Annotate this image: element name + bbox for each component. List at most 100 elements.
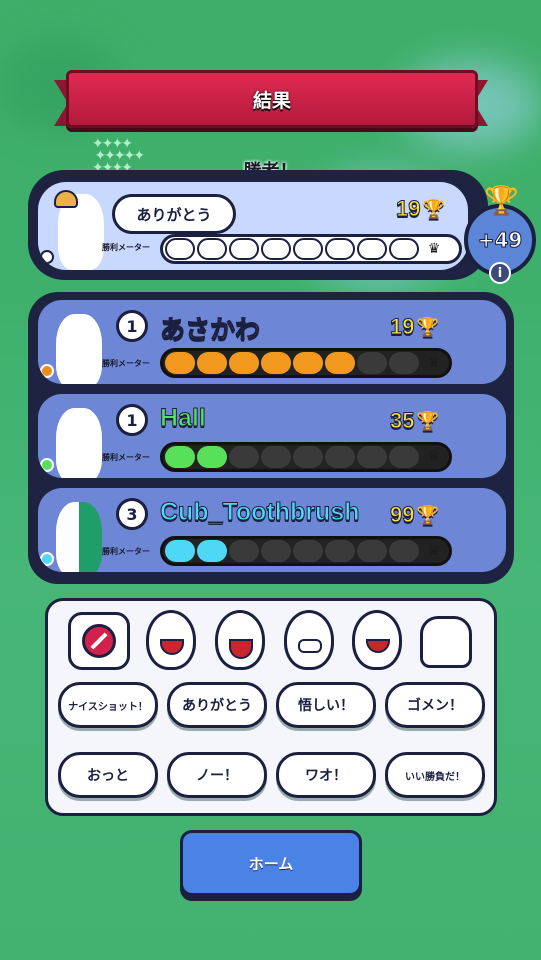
laughing-face-icon[interactable] bbox=[215, 610, 265, 670]
reward-value: +49 bbox=[477, 228, 523, 253]
meter-label: 勝利メーター bbox=[102, 453, 150, 462]
rank-badge: 3 bbox=[116, 498, 148, 530]
meter-segment bbox=[165, 540, 195, 562]
home-button[interactable]: ホーム bbox=[180, 830, 362, 896]
crying-face-icon[interactable] bbox=[146, 610, 196, 670]
meter-segment bbox=[293, 446, 323, 468]
meter-segment bbox=[261, 352, 291, 374]
player-avatar bbox=[56, 408, 102, 478]
meter-segment bbox=[229, 238, 259, 260]
player-name: Hall bbox=[160, 404, 207, 433]
crown-icon: ♛ bbox=[427, 241, 441, 257]
winner-score: 19 🏆 bbox=[395, 196, 445, 222]
page-title: 結果 bbox=[252, 89, 291, 112]
meter-label: 勝利メーター bbox=[102, 547, 150, 556]
rank-value: 1 bbox=[126, 316, 138, 336]
chat-phrase-button[interactable]: ナイスショット！ bbox=[58, 682, 158, 728]
phrase-label: ゴメン！ bbox=[407, 698, 463, 714]
meter-segment bbox=[389, 540, 419, 562]
shouting-face-icon[interactable] bbox=[352, 610, 402, 670]
chat-message: ありがとう bbox=[136, 205, 212, 224]
player-color-dot bbox=[40, 552, 54, 566]
meter-segment bbox=[293, 352, 323, 374]
chat-phrase-button[interactable]: ワオ！ bbox=[276, 752, 376, 798]
score-value: 19 bbox=[395, 196, 421, 222]
crown-icon: ♛ bbox=[427, 355, 441, 371]
player-score: 99 🏆 bbox=[389, 502, 439, 528]
gold-trophy-icon: 🏆 bbox=[484, 184, 519, 217]
info-icon[interactable]: i bbox=[489, 262, 511, 284]
meter-segment bbox=[325, 238, 355, 260]
meter-segment bbox=[229, 446, 259, 468]
crown-icon: ♛ bbox=[427, 543, 441, 559]
score-value: 35 bbox=[389, 408, 415, 434]
trophy-icon: 🏆 bbox=[422, 198, 445, 219]
meter-segment bbox=[261, 238, 291, 260]
crown-icon: ♛ bbox=[427, 449, 441, 465]
meter-segment bbox=[165, 352, 195, 374]
phrase-label: 悟しい！ bbox=[298, 698, 354, 714]
chat-phrase-button[interactable]: おっと bbox=[58, 752, 158, 798]
grimace-face-icon[interactable] bbox=[284, 610, 334, 670]
phrase-label: ありがとう bbox=[182, 698, 252, 714]
meter-segment bbox=[325, 446, 355, 468]
victory-meter: ♛ bbox=[160, 234, 462, 264]
meter-segment bbox=[325, 540, 355, 562]
meter-segment bbox=[165, 238, 195, 260]
meter-segment bbox=[261, 540, 291, 562]
meter-segment bbox=[165, 446, 195, 468]
meter-segment bbox=[261, 446, 291, 468]
meter-segment bbox=[197, 446, 227, 468]
trophy-icon: 🏆 bbox=[416, 316, 439, 337]
block-chat-button[interactable] bbox=[68, 612, 130, 670]
meter-segment bbox=[357, 446, 387, 468]
meter-segment bbox=[197, 352, 227, 374]
phrase-label: おっと bbox=[87, 768, 129, 784]
meter-segment bbox=[389, 238, 419, 260]
victory-meter: ♛ bbox=[160, 442, 452, 472]
phrase-label: いい勝負だ！ bbox=[405, 771, 465, 783]
player-avatar bbox=[56, 502, 102, 572]
trophy-icon: 🏆 bbox=[416, 504, 439, 525]
block-icon bbox=[82, 624, 116, 658]
victory-meter: ♛ bbox=[160, 348, 452, 378]
player-card: 1 あさかわ 19 🏆 勝利メーター ♛ bbox=[38, 300, 506, 384]
chat-phrase-button[interactable]: ありがとう bbox=[167, 682, 267, 728]
chat-phrase-button[interactable]: ゴメン！ bbox=[385, 682, 485, 728]
meter-segment bbox=[357, 238, 387, 260]
thumbs-up-icon[interactable] bbox=[420, 616, 472, 668]
victory-meter: ♛ bbox=[160, 536, 452, 566]
meter-segment bbox=[197, 238, 227, 260]
results-banner: 結果 bbox=[66, 70, 478, 128]
rank-badge: 1 bbox=[116, 310, 148, 342]
player-color-dot bbox=[40, 364, 54, 378]
home-button-label: ホーム bbox=[248, 854, 294, 873]
player-color-dot bbox=[40, 250, 54, 264]
phrase-label: ナイスショット！ bbox=[68, 701, 148, 713]
winner-card: 勝利メーター ♛ 19 🏆 bbox=[38, 182, 468, 270]
rank-badge: 1 bbox=[116, 404, 148, 436]
phrase-label: ノー！ bbox=[196, 768, 238, 784]
meter-segment bbox=[357, 540, 387, 562]
trophy-icon: 🏆 bbox=[416, 410, 439, 431]
player-avatar bbox=[56, 314, 102, 384]
propeller-hat-icon bbox=[54, 190, 78, 208]
chat-phrase-button[interactable]: 悟しい！ bbox=[276, 682, 376, 728]
chat-phrase-button[interactable]: いい勝負だ！ bbox=[385, 752, 485, 798]
meter-segment bbox=[293, 238, 323, 260]
chat-phrase-button[interactable]: ノー！ bbox=[167, 752, 267, 798]
rank-value: 3 bbox=[126, 504, 138, 524]
score-value: 19 bbox=[389, 314, 415, 340]
winner-chat-bubble: ありがとう bbox=[112, 194, 236, 234]
player-name: Cub_Toothbrush bbox=[160, 498, 360, 527]
player-card: 1 Hall 35 🏆 勝利メーター ♛ bbox=[38, 394, 506, 478]
meter-segment bbox=[389, 352, 419, 374]
meter-segment bbox=[229, 540, 259, 562]
meter-label: 勝利メーター bbox=[102, 359, 150, 368]
meter-label: 勝利メーター bbox=[102, 243, 150, 252]
rank-value: 1 bbox=[126, 410, 138, 430]
player-color-dot bbox=[40, 458, 54, 472]
meter-segment bbox=[389, 446, 419, 468]
meter-segment bbox=[293, 540, 323, 562]
score-value: 99 bbox=[389, 502, 415, 528]
